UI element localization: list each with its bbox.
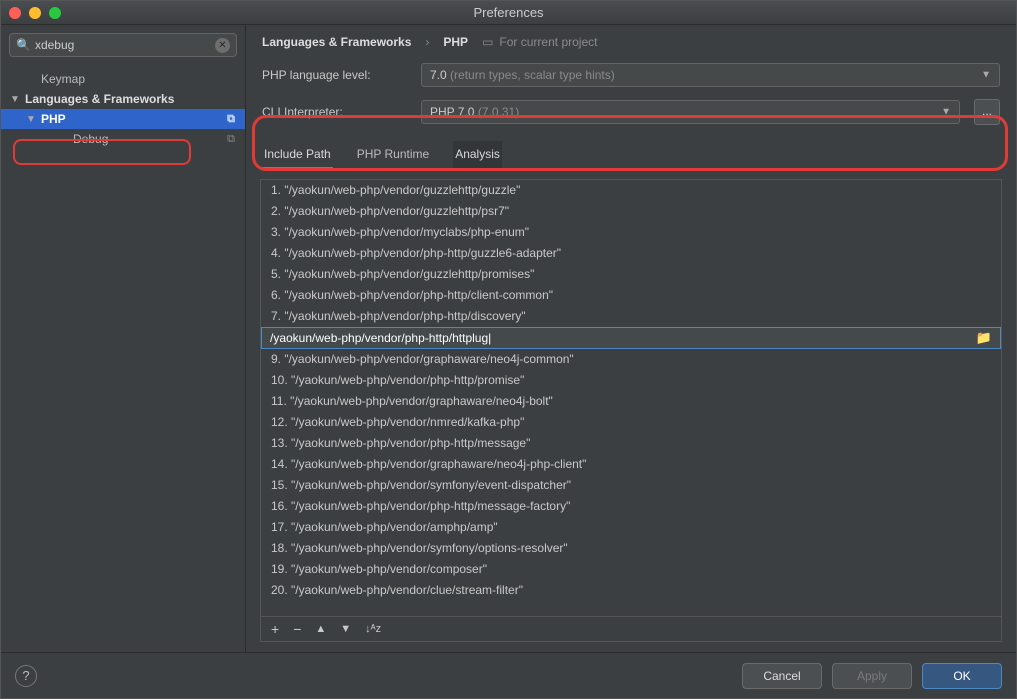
breadcrumb: Languages & Frameworks › PHP ▭ For curre… (246, 25, 1016, 57)
include-path-panel: 1. "/yaokun/web-php/vendor/guzzlehttp/gu… (260, 179, 1002, 642)
include-path-row[interactable]: 1. "/yaokun/web-php/vendor/guzzlehttp/gu… (261, 180, 1001, 201)
titlebar: Preferences (1, 1, 1016, 25)
php-language-level-value: 7.0 (430, 68, 447, 82)
add-path-button[interactable]: + (271, 621, 279, 637)
search-icon: 🔍 (16, 38, 31, 52)
sidebar-item-label: Debug (73, 132, 108, 146)
tab-include-path[interactable]: Include Path (262, 141, 333, 169)
tab-php-runtime[interactable]: PHP Runtime (355, 141, 431, 169)
help-button[interactable]: ? (15, 665, 37, 687)
include-path-row[interactable]: 4. "/yaokun/web-php/vendor/php-http/guzz… (261, 243, 1001, 264)
main-panel: Languages & Frameworks › PHP ▭ For curre… (246, 25, 1016, 652)
include-path-row[interactable]: 17. "/yaokun/web-php/vendor/amphp/amp" (261, 517, 1001, 538)
project-scope-icon: ▭ (482, 35, 493, 49)
chevron-down-icon: ▼ (941, 107, 951, 118)
include-path-row[interactable]: 16. "/yaokun/web-php/vendor/php-http/mes… (261, 496, 1001, 517)
tree-arrow-icon: ▼ (25, 114, 37, 125)
ok-button[interactable]: OK (922, 663, 1002, 689)
cli-interpreter-hint: (7.0.31) (478, 105, 519, 119)
cli-interpreter-browse-button[interactable]: ... (974, 99, 1000, 125)
php-language-level-hint: (return types, scalar type hints) (450, 68, 615, 82)
zoom-window-button[interactable] (49, 7, 61, 19)
sidebar-item-label: Languages & Frameworks (25, 92, 174, 106)
include-path-toolbar: + − ▲ ▼ ↓ᴬz (261, 616, 1001, 641)
include-path-list[interactable]: 1. "/yaokun/web-php/vendor/guzzlehttp/gu… (261, 180, 1001, 616)
dialog-footer: ? Cancel Apply OK (1, 652, 1016, 698)
apply-button[interactable]: Apply (832, 663, 912, 689)
sidebar-item-languages-frameworks[interactable]: ▼ Languages & Frameworks (1, 89, 245, 109)
settings-tree: Keymap ▼ Languages & Frameworks ▼ PHP ⧉ Debug ⧉ (1, 65, 245, 652)
sidebar-item-debug[interactable]: Debug ⧉ (1, 129, 245, 149)
include-path-row-editing[interactable]: /yaokun/web-php/vendor/php-http/httplug|… (261, 327, 1001, 349)
clear-search-icon[interactable]: ✕ (215, 38, 230, 53)
cli-interpreter-row: CLI Interpreter: PHP 7.0 (7.0.31) ▼ ... (246, 93, 1016, 131)
copy-icon[interactable]: ⧉ (227, 113, 235, 126)
remove-path-button[interactable]: − (293, 621, 301, 637)
include-path-row[interactable]: 11. "/yaokun/web-php/vendor/graphaware/n… (261, 391, 1001, 412)
include-path-row[interactable]: 9. "/yaokun/web-php/vendor/graphaware/ne… (261, 349, 1001, 370)
cli-interpreter-value: PHP 7.0 (430, 105, 474, 119)
include-path-row[interactable]: 12. "/yaokun/web-php/vendor/nmred/kafka-… (261, 412, 1001, 433)
search-input[interactable] (35, 38, 215, 52)
cli-interpreter-label: CLI Interpreter: (262, 105, 407, 119)
tab-analysis[interactable]: Analysis (453, 141, 502, 169)
tab-bar: Include Path PHP Runtime Analysis (246, 137, 1016, 169)
include-path-row[interactable]: 5. "/yaokun/web-php/vendor/guzzlehttp/pr… (261, 264, 1001, 285)
close-window-button[interactable] (9, 7, 21, 19)
cli-interpreter-select[interactable]: PHP 7.0 (7.0.31) ▼ (421, 100, 960, 124)
move-down-button[interactable]: ▼ (340, 623, 351, 635)
include-path-row[interactable]: 15. "/yaokun/web-php/vendor/symfony/even… (261, 475, 1001, 496)
window-title: Preferences (9, 5, 1008, 20)
include-path-row[interactable]: 13. "/yaokun/web-php/vendor/php-http/mes… (261, 433, 1001, 454)
sidebar-item-label: Keymap (41, 72, 85, 86)
sidebar-item-php[interactable]: ▼ PHP ⧉ (1, 109, 245, 129)
include-path-row[interactable]: 7. "/yaokun/web-php/vendor/php-http/disc… (261, 306, 1001, 327)
include-path-edit-input[interactable]: /yaokun/web-php/vendor/php-http/httplug| (270, 331, 491, 345)
include-path-row[interactable]: 19. "/yaokun/web-php/vendor/composer" (261, 559, 1001, 580)
php-language-level-select[interactable]: 7.0 (return types, scalar type hints) ▼ (421, 63, 1000, 87)
project-scope-text: For current project (499, 35, 597, 49)
include-path-row[interactable]: 20. "/yaokun/web-php/vendor/clue/stream-… (261, 580, 1001, 601)
include-path-row[interactable]: 18. "/yaokun/web-php/vendor/symfony/opti… (261, 538, 1001, 559)
sidebar: 🔍 ✕ Keymap▼Languages & Frameworks▼PHP⧉De… (1, 25, 246, 652)
breadcrumb-separator: › (425, 35, 429, 49)
php-language-level-row: PHP language level: 7.0 (return types, s… (246, 57, 1016, 93)
include-path-row[interactable]: 6. "/yaokun/web-php/vendor/php-http/clie… (261, 285, 1001, 306)
include-path-row[interactable]: 10. "/yaokun/web-php/vendor/php-http/pro… (261, 370, 1001, 391)
tree-arrow-icon: ▼ (9, 94, 21, 105)
include-path-row[interactable]: 14. "/yaokun/web-php/vendor/graphaware/n… (261, 454, 1001, 475)
breadcrumb-part1: Languages & Frameworks (262, 35, 411, 49)
copy-icon[interactable]: ⧉ (227, 133, 235, 146)
project-scope-label: ▭ For current project (482, 35, 597, 49)
search-box[interactable]: 🔍 ✕ (9, 33, 237, 57)
move-up-button[interactable]: ▲ (315, 623, 326, 635)
minimize-window-button[interactable] (29, 7, 41, 19)
cancel-button[interactable]: Cancel (742, 663, 822, 689)
php-language-level-label: PHP language level: (262, 68, 407, 82)
sort-button[interactable]: ↓ᴬz (365, 623, 381, 635)
sidebar-item-keymap[interactable]: Keymap (1, 69, 245, 89)
chevron-down-icon: ▼ (981, 70, 991, 81)
sidebar-item-label: PHP (41, 112, 66, 126)
folder-icon[interactable]: 📁 (976, 330, 992, 346)
include-path-row[interactable]: 2. "/yaokun/web-php/vendor/guzzlehttp/ps… (261, 201, 1001, 222)
breadcrumb-part2: PHP (443, 35, 468, 49)
include-path-row[interactable]: 3. "/yaokun/web-php/vendor/myclabs/php-e… (261, 222, 1001, 243)
